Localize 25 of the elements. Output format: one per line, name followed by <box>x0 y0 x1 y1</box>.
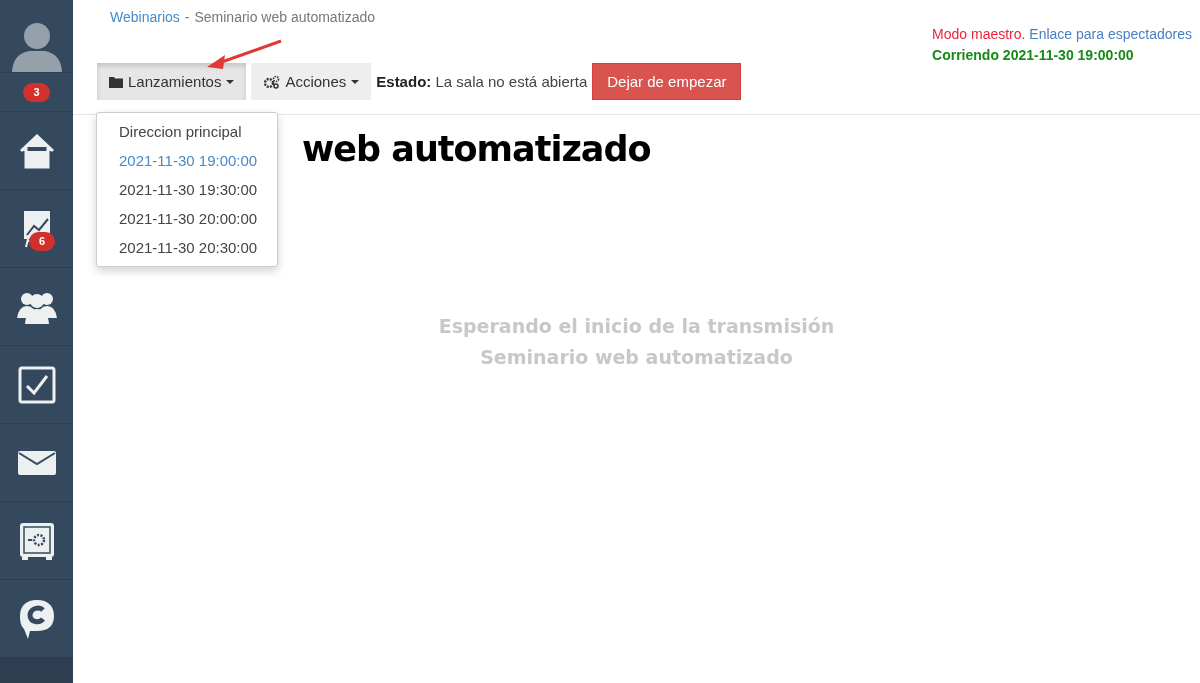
actions-dropdown[interactable]: Acciones <box>251 63 372 100</box>
gears-icon <box>263 74 281 89</box>
breadcrumb-separator: - <box>184 9 190 25</box>
safe-icon <box>17 520 56 561</box>
notification-badge[interactable]: 3 <box>23 82 50 102</box>
page-heading: web automatizado <box>302 129 651 169</box>
stop-button[interactable]: Dejar de empezar <box>592 63 742 100</box>
running-status: Corriendo 2021-11-30 19:00:00 <box>932 46 1135 65</box>
viewer-link[interactable]: Enlace para espectadores <box>1029 26 1192 42</box>
menu-item[interactable]: 2021-11-30 19:30:00 <box>97 175 277 204</box>
room-status: Estado: La sala no está abierta <box>376 73 588 90</box>
launches-dropdown[interactable]: Lanzamientos <box>97 63 247 100</box>
checkbox-icon <box>17 365 56 404</box>
folder-icon <box>109 75 123 88</box>
breadcrumb-link[interactable]: Webinarios <box>110 9 180 25</box>
count-badge: 6 <box>29 232 56 251</box>
menu-item[interactable]: 2021-11-30 19:00:00 <box>97 146 277 175</box>
mode-label: Modo maestro. <box>932 26 1026 42</box>
chat-icon <box>17 597 56 640</box>
breadcrumb-current: Seminario web automatizado <box>194 9 375 25</box>
sidebar-item[interactable]: 6 <box>0 190 73 268</box>
mail-icon <box>17 450 56 475</box>
menu-item[interactable]: Direccion principal <box>97 117 277 146</box>
menu-item[interactable]: 2021-11-30 20:30:00 <box>97 233 277 262</box>
menu-item[interactable]: 2021-11-30 20:00:00 <box>97 204 277 233</box>
